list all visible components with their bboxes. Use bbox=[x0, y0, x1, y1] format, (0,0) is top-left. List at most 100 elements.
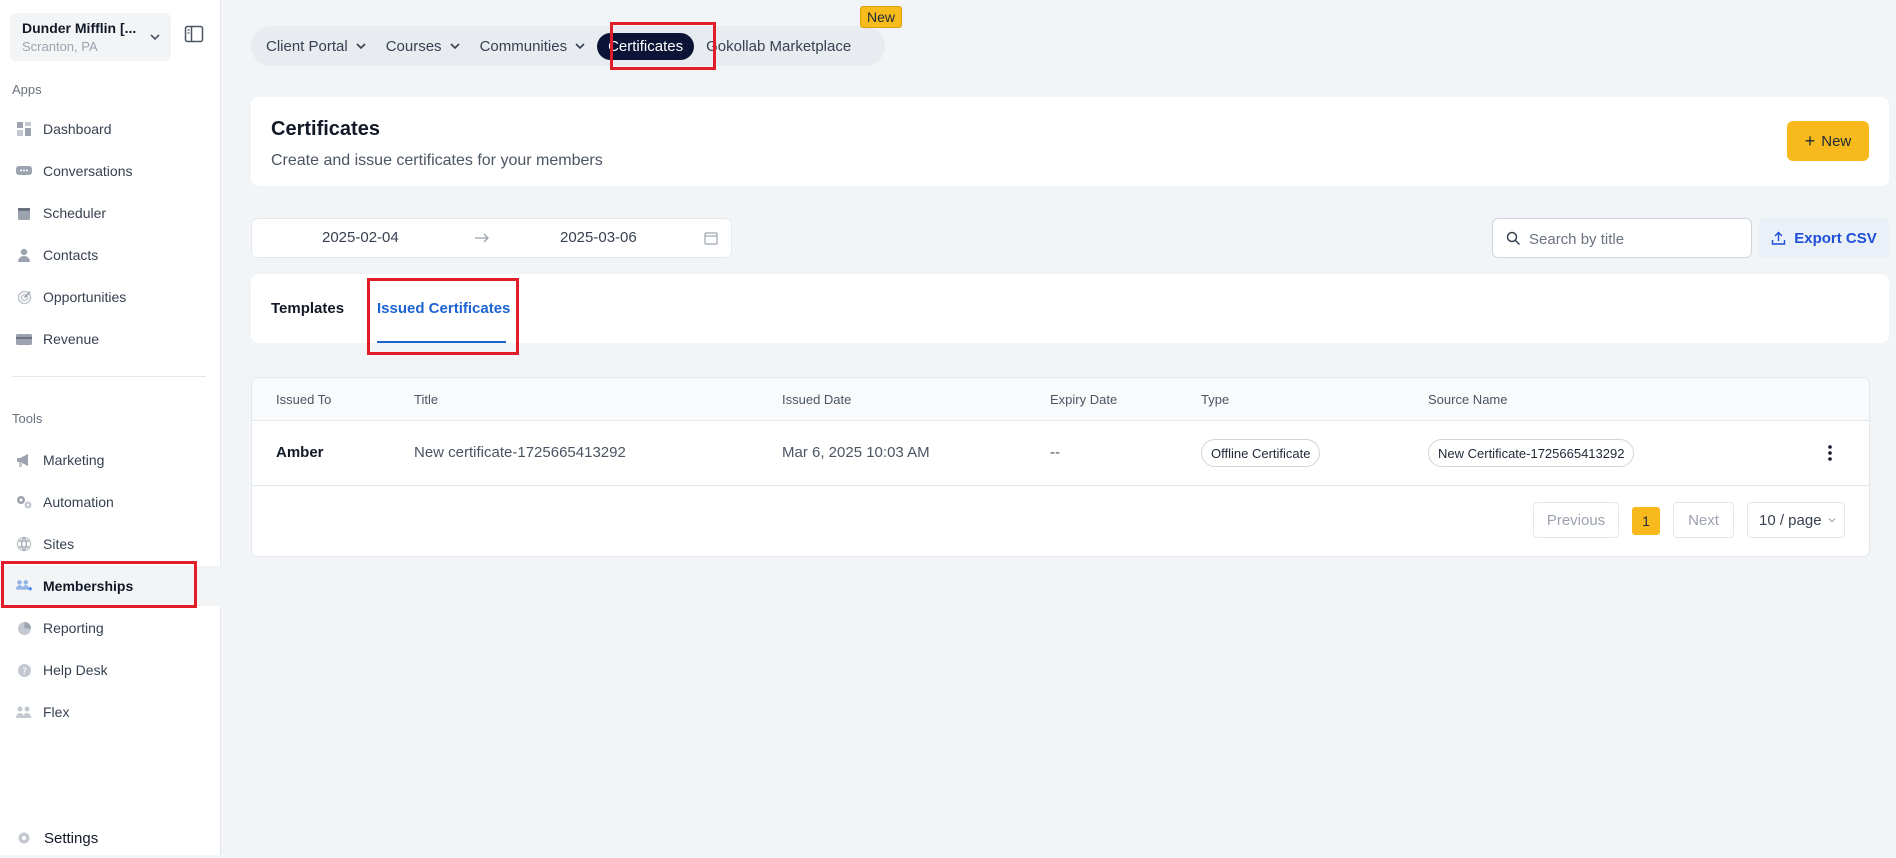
chevron-down-icon bbox=[449, 43, 460, 50]
tab-certificates[interactable]: Certificates bbox=[597, 32, 695, 60]
more-options-icon[interactable] bbox=[1827, 444, 1833, 467]
page-subtitle: Create and issue certificates for your m… bbox=[271, 152, 603, 169]
sidebar-item-label: Revenue bbox=[43, 331, 100, 347]
help-icon: ? bbox=[15, 661, 33, 679]
sidebar-item-revenue[interactable]: Revenue bbox=[0, 319, 221, 359]
sidebar: Dunder Mifflin [... Scranton, PA Apps Da… bbox=[0, 0, 221, 855]
account-location: Scranton, PA bbox=[22, 39, 98, 54]
sidebar-item-dashboard[interactable]: Dashboard bbox=[0, 109, 221, 149]
tab-gokollab-marketplace[interactable]: Gokollab Marketplace bbox=[706, 38, 851, 55]
search-box bbox=[1492, 218, 1752, 258]
column-header: Type bbox=[1201, 392, 1230, 407]
sidebar-item-flex[interactable]: Flex bbox=[0, 692, 221, 732]
sidebar-item-label: Help Desk bbox=[43, 662, 108, 678]
sidebar-item-label: Conversations bbox=[43, 163, 133, 179]
tab-issued-certificates[interactable]: Issued Certificates bbox=[377, 300, 510, 317]
search-icon bbox=[1506, 231, 1521, 251]
sidebar-item-settings[interactable]: Settings bbox=[0, 818, 221, 858]
chevron-down-icon bbox=[356, 43, 366, 50]
sidebar-item-conversations[interactable]: Conversations bbox=[0, 151, 221, 191]
page-title: Certificates bbox=[271, 118, 380, 140]
new-badge: New bbox=[860, 6, 903, 28]
user-icon bbox=[15, 246, 33, 264]
column-header: Issued To bbox=[276, 392, 332, 407]
tab-client-portal[interactable]: Client Portal bbox=[266, 38, 367, 55]
sidebar-item-label: Scheduler bbox=[43, 205, 107, 221]
calendar-icon bbox=[704, 231, 718, 250]
plus-icon: + bbox=[1804, 130, 1816, 151]
sidebar-divider bbox=[12, 376, 206, 377]
column-header: Issued Date bbox=[782, 392, 852, 407]
tab-templates[interactable]: Templates bbox=[271, 300, 344, 317]
issued-to-cell: Amber bbox=[276, 444, 324, 461]
table-row: Amber New certificate-1725665413292 Mar … bbox=[252, 421, 1869, 486]
type-badge: Offline Certificate bbox=[1201, 439, 1321, 467]
date-range-picker[interactable]: 2025-02-04 2025-03-06 bbox=[251, 218, 732, 258]
top-nav: Client Portal Courses Communities Certif… bbox=[251, 26, 885, 66]
sidebar-item-label: Contacts bbox=[43, 247, 99, 263]
search-input[interactable] bbox=[1527, 228, 1737, 250]
sidebar-item-contacts[interactable]: Contacts bbox=[0, 235, 221, 275]
chat-icon bbox=[15, 162, 33, 180]
next-page-button[interactable]: Next bbox=[1673, 502, 1734, 538]
sidebar-item-label: Reporting bbox=[43, 620, 104, 636]
people-icon bbox=[15, 703, 33, 721]
svg-text:?: ? bbox=[22, 667, 27, 677]
pie-icon bbox=[15, 619, 33, 637]
megaphone-icon bbox=[15, 451, 33, 469]
sidebar-item-label: Dashboard bbox=[43, 121, 112, 137]
sidebar-item-memberships[interactable]: Memberships bbox=[0, 566, 221, 606]
sidebar-item-label: Memberships bbox=[43, 578, 134, 594]
previous-page-button[interactable]: Previous bbox=[1533, 502, 1619, 538]
account-switcher[interactable]: Dunder Mifflin [... Scranton, PA bbox=[10, 13, 171, 61]
sidebar-item-marketing[interactable]: Marketing bbox=[0, 440, 221, 480]
apps-section-label: Apps bbox=[12, 82, 42, 97]
sidebar-item-label: Opportunities bbox=[43, 289, 127, 305]
account-name: Dunder Mifflin [... bbox=[22, 20, 137, 36]
page-header: Certificates Create and issue certificat… bbox=[251, 97, 1889, 186]
sidebar-item-automation[interactable]: Automation bbox=[0, 482, 221, 522]
sidebar-item-label: Marketing bbox=[43, 452, 105, 468]
gears-icon bbox=[15, 493, 33, 511]
source-name-badge: New Certificate-1725665413292 bbox=[1428, 439, 1635, 467]
column-header: Source Name bbox=[1428, 392, 1508, 407]
chevron-down-icon bbox=[575, 43, 585, 50]
tab-communities[interactable]: Communities bbox=[480, 38, 587, 55]
sidebar-item-help-desk[interactable]: ? Help Desk bbox=[0, 650, 221, 690]
date-end[interactable]: 2025-03-06 bbox=[560, 229, 637, 246]
date-start[interactable]: 2025-02-04 bbox=[322, 229, 399, 246]
target-icon bbox=[15, 288, 33, 306]
sidebar-item-scheduler[interactable]: Scheduler bbox=[0, 193, 221, 233]
calendar-icon bbox=[15, 204, 33, 222]
issued-date-cell: Mar 6, 2025 10:03 AM bbox=[782, 444, 930, 461]
arrow-right-icon bbox=[474, 231, 490, 249]
sidebar-item-reporting[interactable]: Reporting bbox=[0, 608, 221, 648]
dashboard-icon bbox=[15, 120, 33, 138]
sidebar-item-label: Sites bbox=[43, 536, 75, 552]
page-number-button[interactable]: 1 bbox=[1632, 507, 1660, 535]
gear-icon bbox=[17, 831, 31, 845]
card-icon bbox=[15, 330, 33, 348]
sidebar-item-sites[interactable]: Sites bbox=[0, 524, 221, 564]
tools-section-label: Tools bbox=[12, 411, 43, 426]
settings-label: Settings bbox=[44, 829, 99, 847]
tabs-bar: Templates Issued Certificates bbox=[251, 274, 1889, 343]
sidebar-toggle-icon[interactable] bbox=[184, 24, 204, 49]
chevron-down-icon bbox=[148, 30, 162, 49]
page-size-select[interactable]: 10 / page bbox=[1747, 502, 1845, 538]
export-csv-button[interactable]: Export CSV bbox=[1759, 218, 1889, 258]
new-certificate-button[interactable]: + New bbox=[1787, 121, 1869, 161]
tab-courses[interactable]: Courses bbox=[386, 38, 461, 55]
sidebar-item-opportunities[interactable]: Opportunities bbox=[0, 277, 221, 317]
table-header: Issued To Title Issued Date Expiry Date … bbox=[252, 378, 1869, 421]
members-icon bbox=[15, 577, 33, 595]
column-header: Title bbox=[414, 392, 439, 407]
certificates-table: Issued To Title Issued Date Expiry Date … bbox=[251, 377, 1870, 557]
globe-icon bbox=[15, 535, 33, 553]
column-header: Expiry Date bbox=[1050, 392, 1118, 407]
sidebar-item-label: Flex bbox=[43, 704, 70, 720]
sidebar-item-label: Automation bbox=[43, 494, 114, 510]
expiry-date-cell: -- bbox=[1050, 444, 1060, 461]
upload-icon bbox=[1772, 231, 1786, 245]
title-cell: New certificate-1725665413292 bbox=[414, 444, 626, 461]
